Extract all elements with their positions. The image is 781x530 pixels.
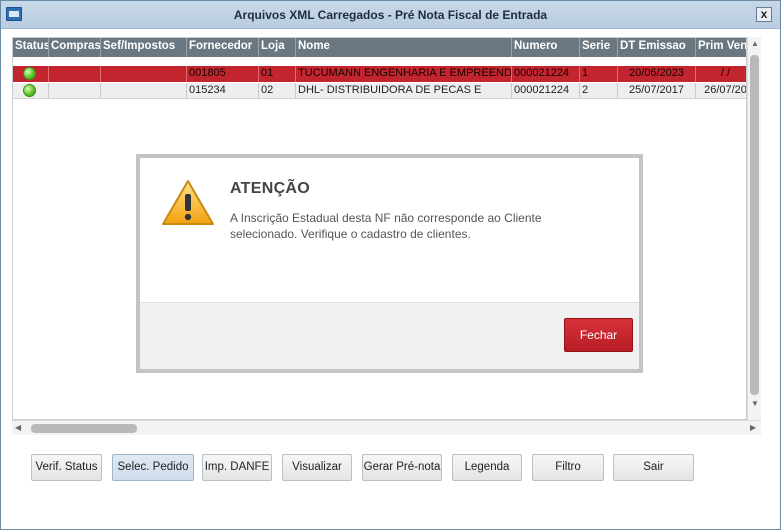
horizontal-scrollbar[interactable]: ◀ ▶ bbox=[12, 420, 761, 435]
title-bar: Arquivos XML Carregados - Pré Nota Fisca… bbox=[1, 1, 780, 29]
imp-danfe-button[interactable]: Imp. DANFE bbox=[202, 454, 272, 481]
filtro-button[interactable]: Filtro bbox=[532, 454, 604, 481]
vertical-scrollbar[interactable]: ▲ ▼ bbox=[747, 37, 761, 420]
prim-venc-cell: 26/07/20 bbox=[696, 83, 746, 99]
prim-venc-cell: / / bbox=[696, 66, 746, 82]
status-green-icon bbox=[23, 84, 36, 97]
visualizar-button[interactable]: Visualizar bbox=[282, 454, 352, 481]
column-header-loja[interactable]: Loja bbox=[259, 38, 296, 57]
column-header-sef-impostos[interactable]: Sef/Impostos bbox=[101, 38, 187, 57]
scroll-down-icon[interactable]: ▼ bbox=[751, 399, 759, 408]
loja-cell: 01 bbox=[259, 66, 296, 82]
sef-cell bbox=[101, 66, 187, 82]
fechar-button[interactable]: Fechar bbox=[564, 318, 633, 352]
loja-cell: 02 bbox=[259, 83, 296, 99]
column-header-prim-venc[interactable]: Prim Venc bbox=[696, 38, 746, 57]
action-toolbar: Verif. Status Selec. Pedido Imp. DANFE V… bbox=[1, 441, 780, 489]
column-header-fornecedor[interactable]: Fornecedor bbox=[187, 38, 259, 57]
status-cell bbox=[13, 66, 49, 82]
scroll-left-icon[interactable]: ◀ bbox=[15, 423, 21, 432]
table-row[interactable]: 015234 02 DHL- DISTRIBUIDORA DE PECAS E … bbox=[13, 83, 746, 99]
column-header-compras[interactable]: Compras bbox=[49, 38, 101, 57]
window-title: Arquivos XML Carregados - Pré Nota Fisca… bbox=[233, 8, 548, 22]
vertical-scroll-thumb[interactable] bbox=[750, 55, 759, 395]
column-header-nome[interactable]: Nome bbox=[296, 38, 512, 57]
numero-cell: 000021224 bbox=[512, 83, 580, 99]
column-header-serie[interactable]: Serie bbox=[580, 38, 618, 57]
dialog-title: ATENÇÃO bbox=[230, 180, 311, 197]
compras-cell bbox=[49, 66, 101, 82]
scroll-up-icon[interactable]: ▲ bbox=[751, 39, 759, 48]
column-header-status[interactable]: Status bbox=[13, 38, 49, 57]
close-window-button[interactable]: x bbox=[756, 7, 772, 22]
warning-icon bbox=[162, 180, 214, 225]
dialog-message: A Inscrição Estadual desta NF não corres… bbox=[230, 211, 542, 241]
horizontal-scroll-thumb[interactable] bbox=[31, 424, 137, 433]
fornecedor-cell: 001805 bbox=[187, 66, 259, 82]
nome-cell: TUCUMANN ENGENHARIA E EMPREEND bbox=[296, 66, 512, 82]
scroll-right-icon[interactable]: ▶ bbox=[750, 423, 756, 432]
table-header: Status Compras Sef/Impostos Fornecedor L… bbox=[13, 38, 746, 57]
sair-button[interactable]: Sair bbox=[613, 454, 694, 481]
compras-cell bbox=[49, 83, 101, 99]
sef-cell bbox=[101, 83, 187, 99]
selec-pedido-button[interactable]: Selec. Pedido bbox=[112, 454, 194, 481]
nome-cell: DHL- DISTRIBUIDORA DE PECAS E bbox=[296, 83, 512, 99]
verif-status-button[interactable]: Verif. Status bbox=[31, 454, 102, 481]
dt-emissao-cell: 25/07/2017 bbox=[618, 83, 696, 99]
legenda-button[interactable]: Legenda bbox=[452, 454, 522, 481]
dt-emissao-cell: 20/06/2023 bbox=[618, 66, 696, 82]
status-green-icon bbox=[23, 67, 36, 80]
column-header-numero[interactable]: Numero bbox=[512, 38, 580, 57]
serie-cell: 1 bbox=[580, 66, 618, 82]
serie-cell: 2 bbox=[580, 83, 618, 99]
status-cell bbox=[13, 83, 49, 99]
numero-cell: 000021224 bbox=[512, 66, 580, 82]
fornecedor-cell: 015234 bbox=[187, 83, 259, 99]
table-row[interactable]: 001805 01 TUCUMANN ENGENHARIA E EMPREEND… bbox=[13, 66, 746, 82]
column-header-dt-emissao[interactable]: DT Emissao bbox=[618, 38, 696, 57]
gerar-prenota-button[interactable]: Gerar Pré-nota bbox=[362, 454, 442, 481]
